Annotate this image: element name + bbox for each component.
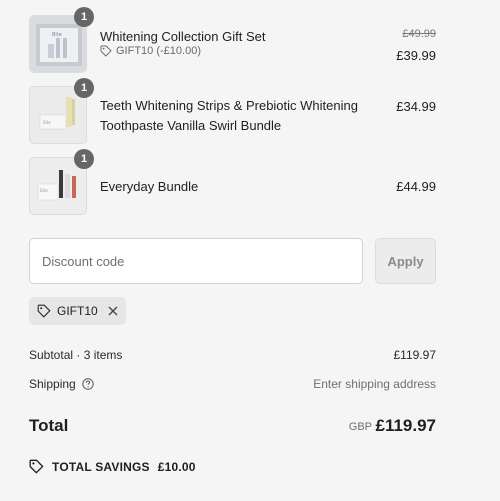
remove-discount-icon[interactable] [108,306,118,316]
applied-discount-chip: GIFT10 [29,297,126,325]
shipping-row: Shipping Enter shipping address [29,377,436,391]
item-discount: GIFT10 (-£10.00) [100,45,201,57]
savings-value: £10.00 [157,459,196,474]
item-title: Whitening Collection Gift Set [100,29,266,44]
tag-icon [29,459,44,474]
apply-button[interactable]: Apply [375,238,436,284]
total-label: Total [29,416,69,435]
savings-label: TOTAL SAVINGS [52,459,150,474]
subtotal-row: Subtotal · 3 items £119.97 [29,348,436,362]
currency-code: GBP [348,421,372,433]
quantity-badge: 1 [74,78,94,98]
quantity-badge: 1 [74,149,94,169]
total-savings: TOTAL SAVINGS £10.00 [29,459,196,474]
item-title-line-2: Toothpaste Vanilla Swirl Bundle [100,118,282,133]
svg-text:Bite: Bite [43,120,51,125]
line-item: Bite 1 Everyday Bundle £44.99 [29,149,436,215]
item-title: Everyday Bundle [100,179,199,194]
total-value: £119.97 [375,416,436,435]
discount-code-placeholder: Discount code [42,253,125,269]
product-thumbnail: Bite 1 [29,149,94,215]
quantity-badge: 1 [74,7,94,27]
shipping-value: Enter shipping address [313,377,436,391]
tag-icon [100,45,112,57]
tag-icon [37,304,51,318]
discount-label: GIFT10 (-£10.00) [116,45,201,57]
item-price: £39.99 [396,48,436,63]
product-thumbnail: Bite 1 [29,78,94,144]
applied-discount-code: GIFT10 [57,304,98,318]
product-thumbnail: Bite 1 [29,7,94,73]
help-circle-icon[interactable] [82,378,94,390]
discount-code-input[interactable]: Discount code [29,238,363,284]
svg-text:Bite: Bite [52,32,62,38]
line-item: Bite 1 Whitening Collection Gift Set GIF… [29,7,436,73]
subtotal-label: Subtotal · 3 items [29,348,123,362]
shipping-label: Shipping [29,377,76,391]
subtotal-value: £119.97 [393,348,437,362]
item-price: £44.99 [396,179,436,194]
item-price: £34.99 [396,99,436,114]
item-title-line-1: Teeth Whitening Strips & Prebiotic White… [100,98,358,113]
line-item: Bite 1 Teeth Whitening Strips & Prebioti… [29,78,436,144]
svg-text:Bite: Bite [40,188,48,193]
original-price: £49.99 [402,28,436,40]
